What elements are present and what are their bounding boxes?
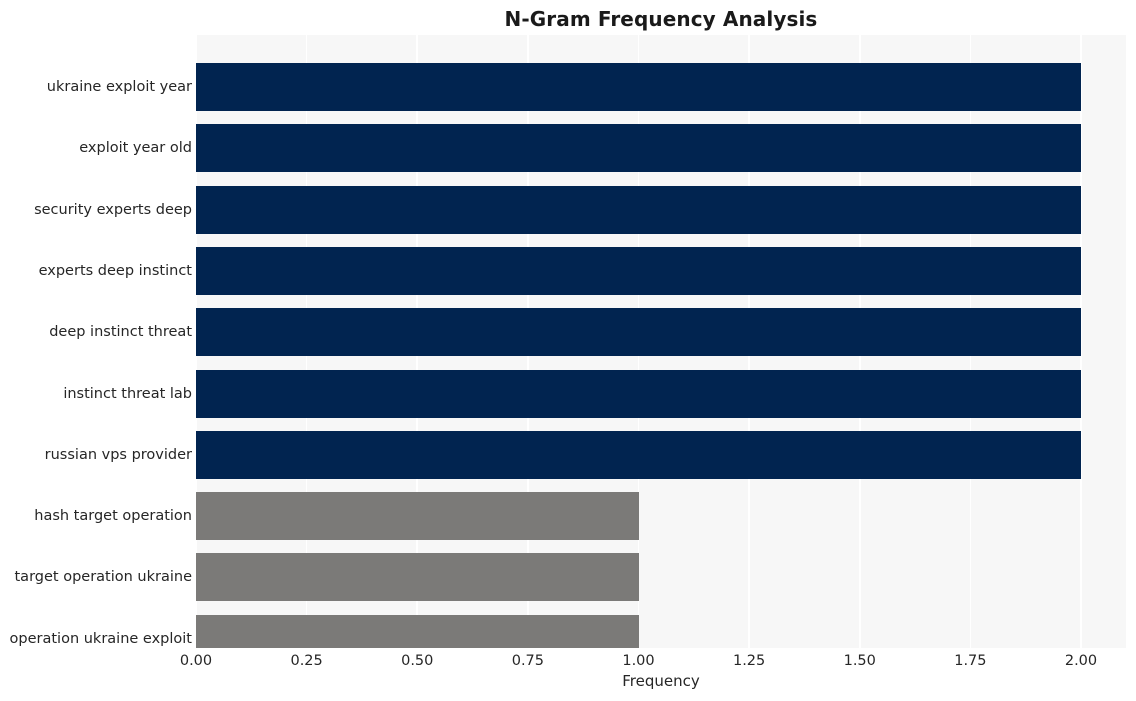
x-tick-label: 0.00 xyxy=(179,653,213,669)
x-tick-label: 0.25 xyxy=(290,653,323,669)
bar xyxy=(196,185,1081,234)
bar xyxy=(196,246,1081,295)
x-tick-label: 0.75 xyxy=(511,653,545,669)
x-axis-tick-labels: 0.00 0.25 0.50 0.75 1.00 1.25 1.50 1.75 2.00 xyxy=(180,650,1126,672)
y-axis-tick-labels: ukraine exploit year exploit year old secu… xyxy=(0,35,192,648)
y-tick-label: experts deep instinct xyxy=(38,262,192,279)
y-tick-label: deep instinct threat xyxy=(49,324,192,341)
x-tick-label: 1.25 xyxy=(732,653,766,669)
y-tick-label: target operation ukraine xyxy=(14,569,193,586)
x-tick-label: 1.75 xyxy=(954,653,987,669)
x-tick-label: 1.00 xyxy=(622,653,655,669)
bar xyxy=(196,369,1081,418)
y-tick-label: instinct threat lab xyxy=(63,385,192,402)
chart-title: N-Gram Frequency Analysis xyxy=(504,7,818,31)
bar xyxy=(196,614,639,648)
x-axis-title: Frequency xyxy=(622,672,700,690)
bar xyxy=(196,63,1081,111)
y-tick-label: security experts deep xyxy=(34,201,192,218)
x-tick-label: 2.00 xyxy=(1064,653,1098,669)
bar xyxy=(196,308,1081,357)
y-tick-label: ukraine exploit year xyxy=(46,79,192,95)
x-tick-label: 1.50 xyxy=(843,653,876,669)
bar xyxy=(196,124,1081,173)
y-tick-label: operation ukraine exploit xyxy=(9,630,192,647)
y-tick-label: exploit year old xyxy=(79,140,192,157)
bar xyxy=(196,492,639,541)
chart-figure: N-Gram Frequency Analysis ukraine exploi… xyxy=(0,0,1136,701)
x-tick-label: 0.50 xyxy=(401,653,434,669)
y-tick-label: russian vps provider xyxy=(44,446,192,463)
y-tick-label: hash target operation xyxy=(34,508,192,525)
bar xyxy=(196,430,1081,479)
plot-area xyxy=(196,35,1126,648)
bar xyxy=(196,553,639,602)
